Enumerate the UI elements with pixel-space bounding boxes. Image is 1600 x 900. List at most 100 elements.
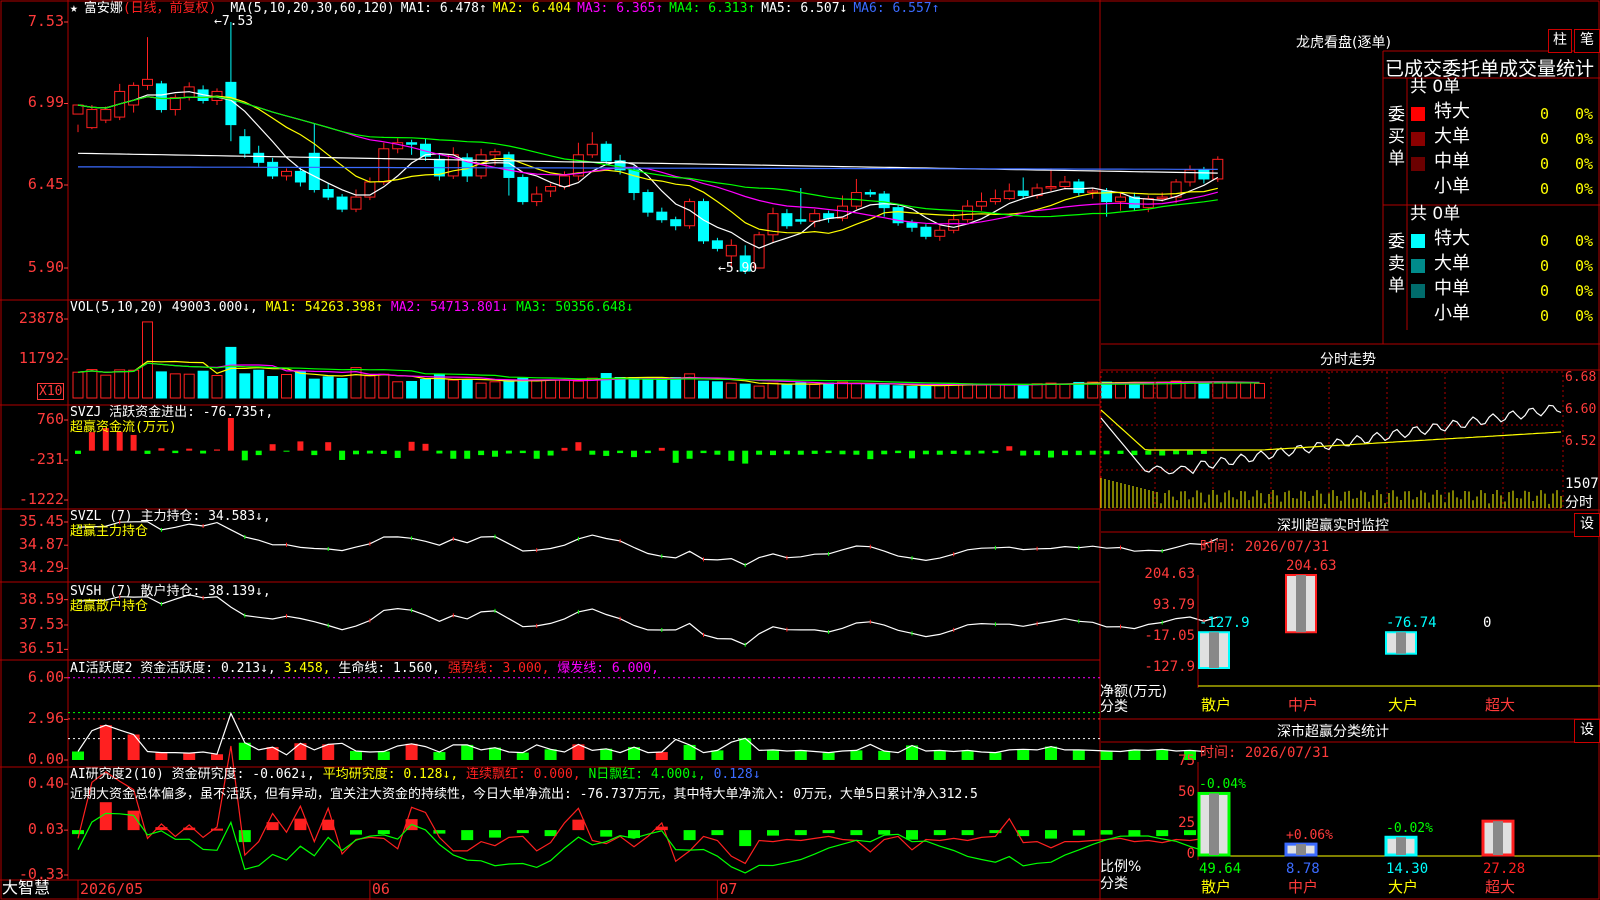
svzj-bar: [978, 450, 985, 454]
chart-canvas[interactable]: [0, 0, 1600, 900]
favorite-star-icon[interactable]: ★: [70, 1, 78, 16]
vol-bar: [253, 369, 265, 399]
ai1-bar: [544, 749, 557, 760]
candle-body: [1087, 190, 1099, 194]
svzj-bar: [797, 450, 804, 455]
candle-body: [948, 219, 960, 231]
ai2-bar: [544, 830, 557, 837]
candles: [72, 22, 1224, 275]
vol-bar: [837, 381, 848, 399]
candle-body: [1198, 169, 1210, 180]
svzj-bar: [283, 450, 290, 452]
sell-count-3: 0: [1540, 307, 1550, 325]
sell-vert-0: 委: [1388, 232, 1405, 252]
sell-pct-0: 0%: [1575, 232, 1594, 250]
ai1-bar: [99, 725, 112, 760]
svsh-line: [77, 594, 1218, 646]
vol-bar: [1128, 381, 1140, 399]
buy-vert-0: 委: [1388, 105, 1405, 125]
ai1-bar: [655, 752, 668, 760]
vol-bar: [336, 377, 348, 399]
vol-bar: [489, 381, 501, 399]
monitor-bar-shade: [1296, 575, 1306, 633]
svzj-bar: [964, 450, 971, 455]
tab-bar-chart[interactable]: 柱: [1548, 29, 1572, 53]
buy-swatch-1: [1411, 132, 1425, 146]
svsh-ytick-1: 37.53: [18, 614, 64, 633]
monitor-cat-3: 超大: [1485, 696, 1516, 714]
tab-tick-details[interactable]: 笔: [1574, 29, 1600, 53]
candle-body: [1003, 190, 1015, 200]
svzj-bar: [589, 450, 596, 455]
classify-cat-1: 中户: [1288, 878, 1319, 896]
vol-bar: [809, 383, 821, 399]
svzj-bar: [950, 450, 957, 454]
svzj-bar: [144, 450, 151, 454]
x-label-2: 07: [719, 880, 738, 898]
buy-count-3: 0: [1540, 180, 1550, 198]
candle-body: [100, 109, 112, 121]
classify-bar-shade: [1209, 793, 1219, 855]
svzj-bar: [1061, 450, 1068, 456]
candle-body: [239, 136, 251, 154]
vol-bar: [698, 380, 709, 399]
candle-body: [684, 201, 696, 227]
buy-pct-0: 0%: [1575, 105, 1594, 123]
svzj-bar: [603, 450, 610, 456]
ai1-bar: [350, 750, 362, 760]
svzj-bar: [130, 434, 137, 451]
svzj-bar: [686, 450, 693, 459]
vol-bar: [169, 373, 181, 399]
classify-cat-3: 超大: [1485, 878, 1516, 896]
vol-bar: [656, 378, 668, 399]
svzj-bar: [714, 450, 721, 455]
svzj-bar: [241, 450, 248, 461]
ma60-line: [77, 152, 1218, 174]
ma-value-5: MA5: 6.507↓: [761, 1, 848, 16]
svsh-panel-subtitle: 超赢散户持仓: [70, 599, 149, 614]
ai2-bar: [794, 830, 807, 836]
intraday-avg-line: [1100, 409, 1562, 451]
right-panel-title: 龙虎看盘(逐单): [1296, 35, 1391, 51]
buy-total: 共 0单: [1410, 77, 1461, 97]
candle-body: [1059, 181, 1071, 188]
chart-mode[interactable]: (日线，前复权): [123, 1, 217, 16]
svzj-bar: [728, 450, 735, 461]
classify-settings-button[interactable]: 设: [1574, 719, 1600, 743]
ai2-analysis-note: 近期大资金总体偏多，虽不活跃，但有异动，宜关注大资金的持续性，今日大单净流出: …: [70, 787, 978, 802]
ai2-bar: [739, 830, 752, 847]
monitor-ytick-1: 93.79: [1152, 596, 1195, 613]
classify-cat-0: 散户: [1201, 878, 1232, 896]
svzl-ytick-2: 34.29: [18, 558, 64, 577]
vol-bar: [72, 371, 84, 399]
svzj-bar: [505, 450, 512, 454]
svzj-bar: [353, 450, 359, 455]
ai1-bar: [155, 752, 168, 760]
sell-swatch-1: [1411, 259, 1425, 273]
classify-delta-0: -0.04%: [1199, 777, 1246, 793]
monitor-settings-button[interactable]: 设: [1574, 513, 1600, 537]
svzj-bar: [519, 450, 526, 454]
monitor-value-3: 0: [1483, 615, 1492, 632]
buy-label-2: 中单: [1434, 151, 1470, 172]
vol-bar: [364, 375, 376, 399]
ai1-bar: [516, 752, 529, 760]
ma-value-2: MA2: 6.404: [492, 1, 572, 16]
vol-bar: [197, 370, 209, 399]
candle-body: [128, 84, 140, 106]
vol-bar: [322, 376, 334, 399]
kline-ytick-3: 5.90: [27, 258, 64, 276]
ma-header: ★ 富安娜(日线，前复权) MA(5,10,20,30,60,120) MA1: 6…: [70, 0, 951, 18]
svzj-ytick-1: -231: [27, 450, 64, 468]
intraday-ytick-0: 6.68: [1565, 370, 1597, 385]
buy-count-0: 0: [1540, 105, 1550, 123]
candle-body: [267, 161, 279, 177]
ma-lines: [77, 91, 1219, 249]
vol-bar: [711, 381, 723, 399]
ai2-panel-label: AI研究度2(10) 资金研究度: -0.062↓, 平均研究度: 0.128↓…: [70, 767, 761, 782]
svzj-bar: [269, 444, 276, 451]
ai1-bar: [711, 750, 724, 760]
svsh-ytick-2: 36.51: [18, 639, 64, 658]
vol-bar: [586, 377, 598, 399]
candle-body: [406, 142, 418, 145]
